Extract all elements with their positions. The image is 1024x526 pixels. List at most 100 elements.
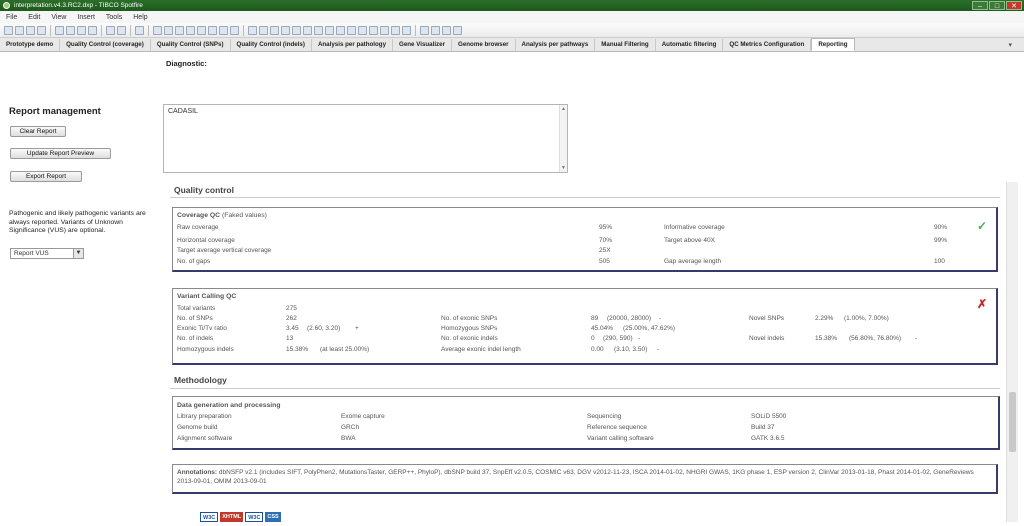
homozygous-snps-value: 45.04% [591,325,614,332]
tab-analysis-pathology[interactable]: Analysis per pathology [312,39,394,51]
summary-table-icon[interactable] [391,25,400,35]
tab-manual-filtering[interactable]: Manual Filtering [595,39,656,51]
box-plot-icon[interactable] [402,25,411,35]
new-page-icon[interactable] [248,25,257,35]
tab-list-dropdown-icon[interactable]: ▾ [1008,41,1012,49]
bookmark-icon[interactable] [175,25,184,35]
tab-analysis-pathways[interactable]: Analysis per pathways [516,39,596,51]
coverage-qc-panel: Coverage QC (Faked values) Raw coverage … [172,207,998,272]
report-vus-select[interactable]: Report VUS ▼ [10,248,84,259]
paste-icon[interactable] [88,25,97,35]
genome-build-label: Genome build [177,424,218,431]
variant-calling-qc-title: Variant Calling QC [177,293,237,300]
tab-prototype-demo[interactable]: Prototype demo [0,39,61,51]
bar-chart-icon[interactable] [281,25,290,35]
menu-edit[interactable]: Edit [28,14,40,21]
filter-icon[interactable] [153,25,162,35]
details-icon[interactable] [186,25,195,35]
save-icon[interactable] [37,25,46,35]
sequencing-label: Sequencing [587,413,622,420]
coverage-qc-subtitle: (Faked values) [221,212,267,219]
collaboration-icon[interactable] [219,25,228,35]
maximize-button[interactable]: □ [989,1,1005,10]
pie-chart-icon[interactable] [314,25,323,35]
menu-file[interactable]: File [6,14,17,21]
novel-indels-value: 15.38% [815,335,838,342]
w3c-logo: W3C [200,512,219,522]
marking-icon[interactable] [164,25,173,35]
section-divider [170,197,1000,198]
diagnostic-textarea[interactable]: CADASIL ▲ ▼ [163,104,568,173]
heatmap-icon[interactable] [369,25,378,35]
line-chart-icon[interactable] [292,25,301,35]
menu-tools[interactable]: Tools [106,14,122,21]
annotations-panel: Annotations: dbNSFP v2.1 (includes SIFT,… [172,464,998,494]
add-data-icon[interactable] [15,25,24,35]
novel-snps-value: 2.29% [815,315,834,322]
menu-help[interactable]: Help [133,14,147,21]
combination-chart-icon[interactable] [303,25,312,35]
novel-indels-range: (56.80%, 76.80%) [849,335,902,342]
menu-view[interactable]: View [51,14,66,21]
export-report-button[interactable]: Export Report [10,171,82,182]
update-report-preview-button[interactable]: Update Report Preview [10,148,111,159]
export-icon[interactable] [208,25,217,35]
variant-calling-qc-panel: Variant Calling QC ✗ Total variants 275 … [172,288,998,365]
maximize-visual-icon[interactable] [453,25,462,35]
avg-exonic-indel-length-flag: - [657,346,660,353]
menu-insert[interactable]: Insert [77,14,95,21]
tab-genome-browser[interactable]: Genome browser [452,39,516,51]
indels-count-value: 13 [286,335,294,342]
print-icon[interactable] [55,25,64,35]
tab-gene-visualizer[interactable]: Gene Visualizer [393,39,452,51]
map-chart-icon[interactable] [347,25,356,35]
tab-qc-snps[interactable]: Quality Control (SNPs) [151,39,231,51]
scatter-plot-icon[interactable] [325,25,334,35]
minimize-button[interactable]: – [972,1,988,10]
open-icon[interactable] [4,25,13,35]
parallel-coordinates-icon[interactable] [380,25,389,35]
report-scrollbar[interactable] [1006,182,1018,522]
annotations-text-block: Annotations: dbNSFP v2.1 (includes SIFT,… [177,469,992,486]
close-button[interactable]: ✕ [1006,1,1022,10]
layout-icon[interactable] [420,25,429,35]
scroll-down-icon[interactable]: ▼ [561,165,566,171]
3d-scatter-icon[interactable] [336,25,345,35]
tags-icon[interactable] [230,25,239,35]
copy-icon[interactable] [77,25,86,35]
tab-automatic-filtering[interactable]: Automatic filtering [656,39,724,51]
tab-qc-metrics-config[interactable]: QC Metrics Configuration [723,39,812,51]
chevron-down-icon[interactable]: ▼ [73,249,83,258]
gap-average-length-value: 100 [934,258,945,265]
variant-calling-software-label: Variant calling software [587,435,654,442]
diagnostic-label: Diagnostic: [166,59,207,68]
library-icon[interactable] [26,25,35,35]
reference-sequence-value: Build 37 [751,424,775,431]
table-icon[interactable] [259,25,268,35]
tab-qc-indels[interactable]: Quality Control (indels) [231,39,312,51]
cross-icon: ✗ [977,297,988,311]
exonic-indels-value: 0 [591,335,595,342]
novel-snps-label: Novel SNPs [749,315,785,322]
back-icon[interactable] [135,25,144,35]
exonic-snps-label: No. of exonic SNPs [441,315,498,322]
redo-icon[interactable] [117,25,126,35]
split-vertical-icon[interactable] [431,25,440,35]
report-scrollbar-thumb[interactable] [1009,392,1016,452]
split-horizontal-icon[interactable] [442,25,451,35]
cut-icon[interactable] [66,25,75,35]
tab-qc-coverage[interactable]: Quality Control (coverage) [60,39,151,51]
text-area-icon[interactable] [197,25,206,35]
treemap-icon[interactable] [358,25,367,35]
alignment-software-value: BWA [341,435,356,442]
homozygous-indels-value: 15.38% [286,346,309,353]
undo-icon[interactable] [106,25,115,35]
homozygous-snps-range: (25.00%, 47.62%) [623,325,676,332]
sequencing-value: SOLiD 5500 [751,413,787,420]
clear-report-button[interactable]: Clear Report [10,126,66,137]
scroll-up-icon[interactable]: ▲ [561,106,566,112]
diagnostic-scrollbar[interactable]: ▲ ▼ [559,105,567,172]
toolbar-divider [101,24,102,36]
cross-table-icon[interactable] [270,25,279,35]
tab-reporting[interactable]: Reporting [811,38,855,51]
